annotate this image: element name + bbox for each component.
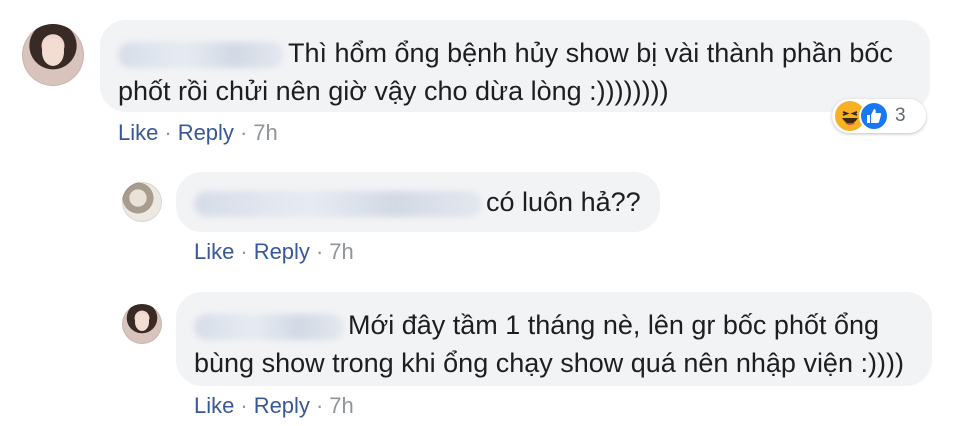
- comment-actions: Like · Reply · 7h: [194, 239, 354, 265]
- like-link[interactable]: Like: [118, 120, 158, 145]
- timestamp[interactable]: 7h: [329, 239, 353, 264]
- comment-text-line: có luôn hả??: [194, 183, 642, 221]
- comment-bubble: Mới đây tầm 1 tháng nè, lên gr bốc phốt …: [176, 292, 932, 386]
- reaction-summary[interactable]: 3: [832, 99, 926, 133]
- comment-actions: Like · Reply · 7h: [118, 120, 278, 146]
- timestamp[interactable]: 7h: [253, 120, 277, 145]
- comment-actions: Like · Reply · 7h: [194, 393, 354, 419]
- separator: ·: [315, 393, 324, 418]
- separator: ·: [240, 393, 248, 418]
- separator: ·: [239, 120, 248, 145]
- comment-bubble: có luôn hả??: [176, 172, 660, 232]
- timestamp[interactable]: 7h: [329, 393, 353, 418]
- comment-text-line: Mới đây tầm 1 tháng nè, lên gr bốc phốt …: [194, 306, 914, 344]
- like-link[interactable]: Like: [194, 393, 234, 418]
- reply-link[interactable]: Reply: [254, 239, 310, 264]
- commenter-avatar[interactable]: [22, 24, 84, 86]
- comment-text-line: bùng show trong khi ổng chạy show quá nê…: [194, 348, 904, 378]
- redacted-author-name[interactable]: [118, 41, 284, 68]
- redacted-author-name[interactable]: [194, 313, 344, 340]
- like-icon: [859, 101, 889, 131]
- reply-link[interactable]: Reply: [178, 120, 234, 145]
- reaction-count: 3: [895, 105, 906, 126]
- separator: ·: [164, 120, 172, 145]
- redacted-author-name[interactable]: [194, 190, 482, 217]
- separator: ·: [240, 239, 248, 264]
- commenter-avatar[interactable]: [122, 182, 162, 222]
- commenter-avatar[interactable]: [122, 304, 162, 344]
- separator: ·: [315, 239, 324, 264]
- comment-bubble: Thì hổm ổng bệnh hủy show bị vài thành p…: [100, 20, 930, 112]
- comment-text-line: phốt rồi chửi nên giờ vậy cho dừa lòng :…: [118, 76, 669, 106]
- comment-text-line: Thì hổm ổng bệnh hủy show bị vài thành p…: [118, 34, 912, 72]
- like-link[interactable]: Like: [194, 239, 234, 264]
- reply-link[interactable]: Reply: [254, 393, 310, 418]
